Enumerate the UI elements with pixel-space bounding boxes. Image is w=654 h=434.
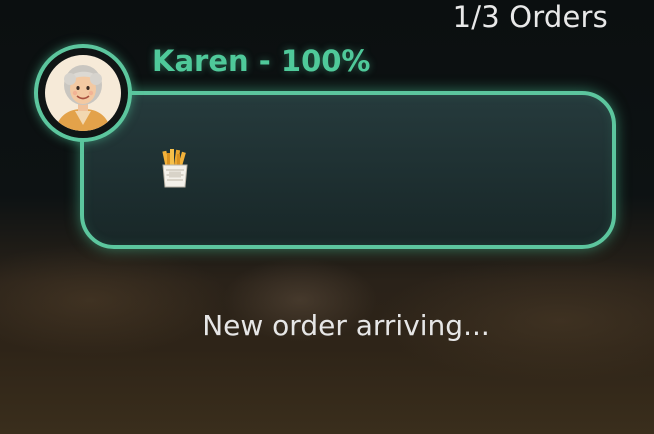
status-message: New order arriving... <box>202 309 490 342</box>
customer-avatar <box>34 44 132 142</box>
orders-counter: 1/3 Orders <box>452 0 608 34</box>
customer-name-label: Karen - 100% <box>152 44 371 78</box>
elderly-woman-avatar-icon <box>45 55 121 131</box>
french-fries-icon <box>158 149 192 189</box>
order-card <box>80 91 616 249</box>
